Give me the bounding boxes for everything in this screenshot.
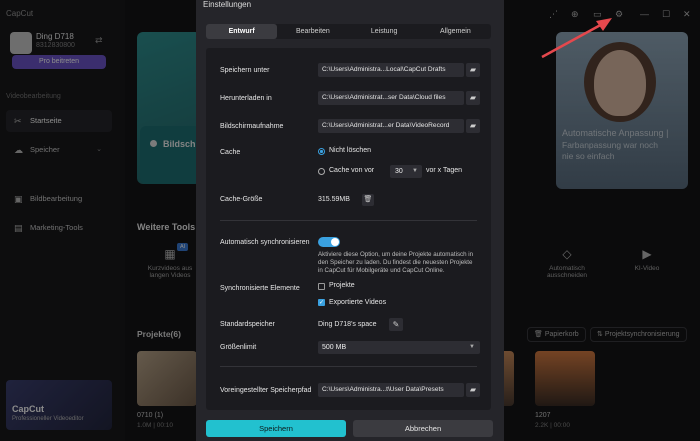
- folder-icon[interactable]: ▰: [466, 383, 480, 397]
- save-location-label: Speichern unter: [220, 67, 270, 74]
- edit-icon[interactable]: ✎: [389, 318, 403, 331]
- size-limit-select[interactable]: 500 MB ▼: [318, 341, 480, 354]
- autosync-label: Automatisch synchronisieren: [220, 239, 310, 246]
- settings-tabs: Entwurf Bearbeiten Leistung Allgemein: [206, 24, 491, 39]
- size-limit-label: Größenlimit: [220, 344, 257, 351]
- tab-entwurf[interactable]: Entwurf: [206, 24, 278, 39]
- dialog-title: Einstellungen: [203, 0, 252, 9]
- cache-size-value: 315.59MB: [318, 196, 350, 203]
- save-location-path[interactable]: C:\Users\Administra...Local\CapCut Draft…: [318, 63, 464, 77]
- cache-keep-radio[interactable]: [318, 148, 325, 155]
- cache-label: Cache: [220, 149, 241, 156]
- tab-bearbeiten[interactable]: Bearbeiten: [277, 24, 348, 39]
- cache-days-suffix: vor x Tagen: [426, 167, 463, 174]
- default-storage-value: Ding D718's space: [318, 321, 377, 328]
- preset-path[interactable]: C:\Users\Administra...t\User Data\Preset…: [318, 383, 464, 397]
- chevron-down-icon: ▼: [469, 344, 475, 350]
- save-button[interactable]: Speichern: [206, 420, 346, 437]
- tab-leistung[interactable]: Leistung: [349, 24, 420, 39]
- trash-icon[interactable]: 🗑: [362, 194, 374, 206]
- cancel-button[interactable]: Abbrechen: [353, 420, 493, 437]
- autosync-description: Aktiviere diese Option, um deine Projekt…: [318, 251, 474, 274]
- folder-icon[interactable]: ▰: [466, 91, 480, 105]
- chevron-down-icon: ▼: [412, 168, 418, 174]
- screen-recording-path[interactable]: C:\Users\Administrat...er Data\VideoReco…: [318, 119, 464, 133]
- cache-days-select[interactable]: 30 ▼: [390, 165, 422, 178]
- folder-icon[interactable]: ▰: [466, 63, 480, 77]
- cache-days-label: Cache von vor: [329, 167, 375, 174]
- sync-exports-label: Exportierte Videos: [329, 299, 387, 306]
- size-limit-value: 500 MB: [322, 344, 347, 351]
- screen-recording-label: Bildschirmaufnahme: [220, 123, 284, 130]
- divider: [220, 366, 477, 367]
- tab-allgemein[interactable]: Allgemein: [420, 24, 491, 39]
- settings-panel: Speichern unter C:\Users\Administra...Lo…: [206, 48, 491, 410]
- autosync-toggle[interactable]: [318, 237, 340, 247]
- default-storage-label: Standardspeicher: [220, 321, 275, 328]
- sync-elements-label: Synchronisierte Elemente: [220, 285, 300, 292]
- settings-dialog: Einstellungen Entwurf Bearbeiten Leistun…: [196, 0, 504, 441]
- folder-icon[interactable]: ▰: [466, 119, 480, 133]
- divider: [220, 220, 477, 221]
- sync-exports-checkbox[interactable]: ✓: [318, 299, 325, 306]
- sync-projects-checkbox[interactable]: [318, 283, 325, 290]
- preset-path-label: Voreingestellter Speicherpfad: [220, 387, 312, 394]
- cache-size-label: Cache-Größe: [220, 196, 263, 203]
- download-location-label: Herunterladen in: [220, 95, 272, 102]
- cache-days-value: 30: [395, 168, 403, 175]
- sync-projects-label: Projekte: [329, 282, 355, 289]
- download-location-path[interactable]: C:\Users\Administrat...ser Data\Cloud fi…: [318, 91, 464, 105]
- cache-days-radio[interactable]: [318, 168, 325, 175]
- toggle-knob: [331, 238, 339, 246]
- cache-keep-label: Nicht löschen: [329, 147, 372, 154]
